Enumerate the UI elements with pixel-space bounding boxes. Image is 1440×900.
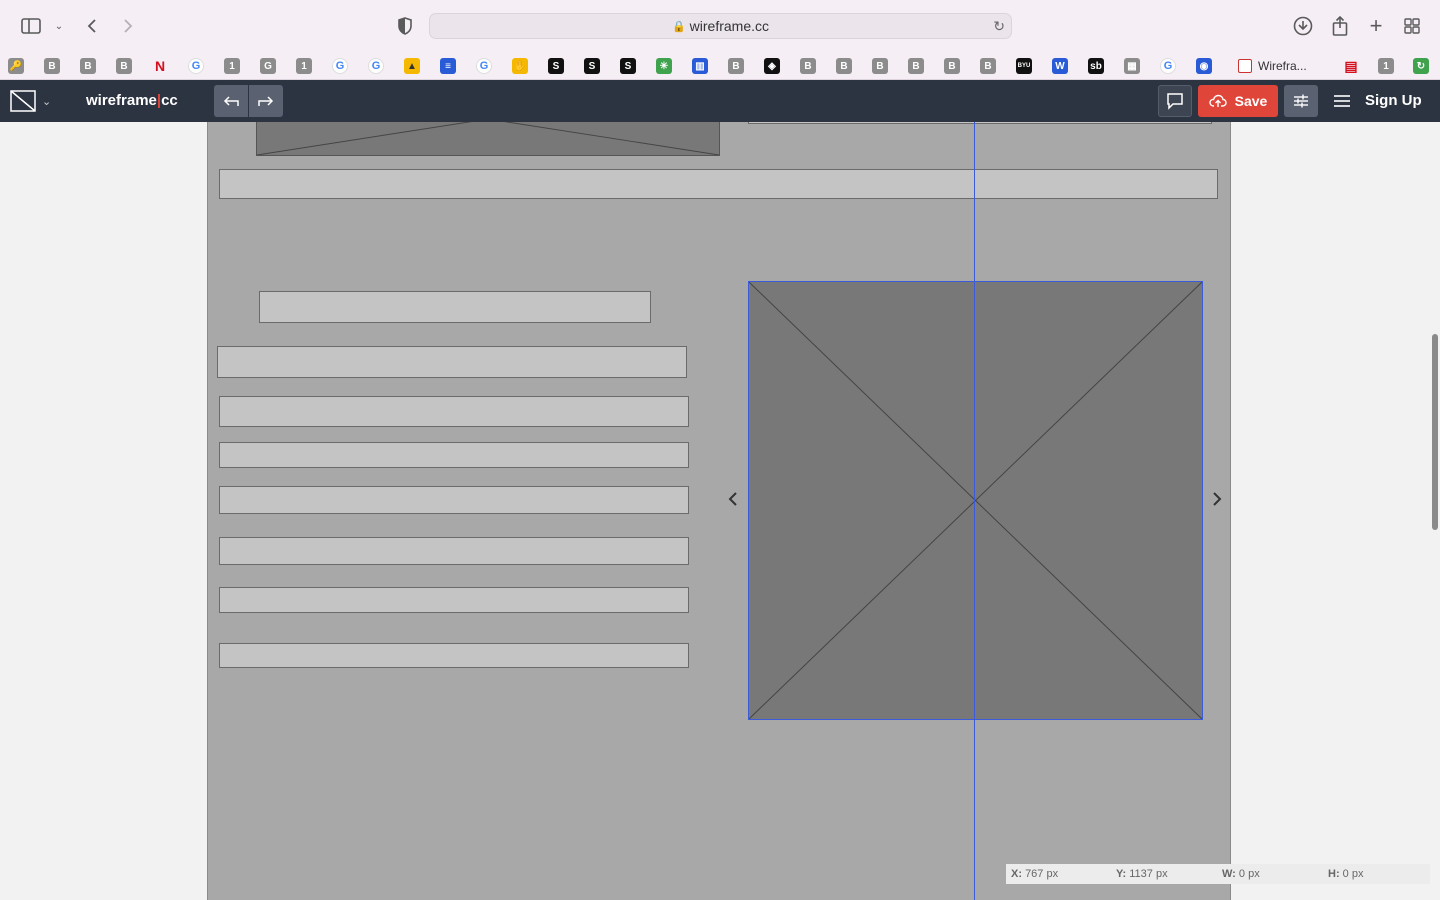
google-icon[interactable]: G <box>188 58 204 74</box>
text-line-placeholder[interactable] <box>219 643 689 668</box>
alignment-guide-line <box>974 122 975 900</box>
text-line-placeholder[interactable] <box>219 537 689 565</box>
bookmark-b-icon[interactable]: B <box>908 58 924 74</box>
bookmark-s-icon[interactable]: S <box>584 58 600 74</box>
workspace: X: 767 px Y: 1137 px W: 0 px H: 0 px <box>0 122 1440 900</box>
slider-image-placeholder[interactable] <box>748 281 1203 720</box>
settings-button[interactable] <box>1284 85 1318 117</box>
box-placeholder-top-right[interactable] <box>748 122 1212 124</box>
back-icon[interactable] <box>82 14 102 38</box>
downloads-icon[interactable] <box>1292 15 1314 37</box>
lock-icon: 🔒 <box>671 20 686 33</box>
save-label: Save <box>1234 93 1268 109</box>
share-icon[interactable] <box>1330 14 1350 38</box>
netflix-icon[interactable]: N <box>152 58 168 74</box>
chevron-down-icon: ⌄ <box>42 95 52 108</box>
bookmark-b-icon[interactable]: B <box>116 58 132 74</box>
vertical-scrollbar-thumb[interactable] <box>1432 334 1438 530</box>
new-tab-icon[interactable]: + <box>1366 13 1386 38</box>
chart-icon[interactable]: ▥ <box>692 58 708 74</box>
google-docs-icon[interactable]: ≡ <box>440 58 456 74</box>
bookmark-b-icon[interactable]: B <box>980 58 996 74</box>
bookmark-tab-label: Wirefra... <box>1258 59 1307 73</box>
text-line-placeholder[interactable] <box>219 396 689 427</box>
text-line-placeholder[interactable] <box>219 486 689 514</box>
sign-up-link[interactable]: Sign Up <box>1365 92 1422 109</box>
history-controls <box>214 85 283 117</box>
bookmark-b-icon[interactable]: B <box>944 58 960 74</box>
google-icon[interactable]: G <box>1160 58 1176 74</box>
save-button[interactable]: Save <box>1198 85 1278 117</box>
sb-icon[interactable]: sb <box>1088 58 1104 74</box>
hand-icon[interactable]: ✋ <box>512 58 528 74</box>
bookmark-tab-wireframe[interactable]: Wirefra... <box>1238 55 1307 77</box>
cloud-upload-icon <box>1208 94 1227 107</box>
bookmark-b-icon[interactable]: B <box>872 58 888 74</box>
slider-prev-icon[interactable] <box>726 489 740 509</box>
browser-toolbar: ⌄ 🔒 wireframe.cc ↻ + <box>0 0 1440 52</box>
hamburger-menu-button[interactable] <box>1330 91 1354 111</box>
bookmark-b-icon[interactable]: B <box>800 58 816 74</box>
wireframe-favicon-icon <box>1238 59 1252 73</box>
sidebar-toggle-icon[interactable] <box>20 16 42 36</box>
shape-tool-dropdown[interactable]: ⌄ <box>10 90 54 112</box>
wide-input-placeholder[interactable] <box>219 169 1218 199</box>
tab-overview-icon[interactable] <box>1402 16 1422 36</box>
bookmark-s-icon[interactable]: S <box>548 58 564 74</box>
text-line-placeholder[interactable] <box>219 442 689 468</box>
url-text: wireframe.cc <box>689 18 770 34</box>
bookmark-b-icon[interactable]: B <box>728 58 744 74</box>
bookmark-b-icon[interactable]: B <box>80 58 96 74</box>
position-readout: X: 767 px Y: 1137 px W: 0 px H: 0 px <box>1006 864 1430 884</box>
url-bar[interactable]: 🔒 wireframe.cc ↻ <box>429 13 1012 39</box>
height-readout: H: 0 px <box>1328 868 1364 880</box>
undo-icon <box>223 96 239 106</box>
word-icon[interactable]: W <box>1052 58 1068 74</box>
reload-icon[interactable]: ↻ <box>993 18 1005 35</box>
comment-icon <box>1167 93 1183 110</box>
text-line-placeholder[interactable] <box>219 587 689 613</box>
logo-suffix: cc <box>161 92 178 109</box>
refresh-green-icon[interactable]: ↻ <box>1413 58 1429 74</box>
app-header: ⌄ wireframe|cc Save Sign Up <box>0 80 1440 122</box>
app-logo[interactable]: wireframe|cc <box>86 92 178 109</box>
privacy-shield-icon[interactable] <box>396 16 414 36</box>
image-placeholder-top[interactable] <box>256 122 720 156</box>
bookmark-key-icon[interactable]: 🔑 <box>8 58 24 74</box>
hamburger-icon <box>1334 95 1350 107</box>
google-icon[interactable]: G <box>368 58 384 74</box>
byu-icon[interactable]: BYU <box>1016 58 1032 74</box>
google-drive-icon[interactable]: ▲ <box>404 58 420 74</box>
image-icon[interactable]: ▦ <box>1124 58 1140 74</box>
steam-icon[interactable]: ◉ <box>1196 58 1212 74</box>
rectangle-tool-icon <box>10 90 36 112</box>
bookmarks-bar: 🔑 B B B N G 1 G 1 G G ▲ ≡ G ✋ S S S ✳ ▥ B ◈ B B B B B B BYU Wsb ▦ G ◉ ▤ 1 ↻ <box>0 52 1440 80</box>
undo-button[interactable] <box>214 85 248 117</box>
bookmark-1-icon[interactable]: 1 <box>1378 58 1394 74</box>
bookmark-1-icon[interactable]: 1 <box>224 58 240 74</box>
y-readout: Y: 1137 px <box>1116 868 1168 880</box>
codepen-icon[interactable]: ◈ <box>764 58 780 74</box>
slider-next-icon[interactable] <box>1210 489 1224 509</box>
comments-button[interactable] <box>1158 85 1192 117</box>
x-readout: X: 767 px <box>1011 868 1059 880</box>
bookmark-1-icon[interactable]: 1 <box>296 58 312 74</box>
forward-icon[interactable] <box>118 14 138 38</box>
text-line-placeholder[interactable] <box>217 346 687 378</box>
sliders-icon <box>1294 94 1308 108</box>
bookmark-s-icon[interactable]: S <box>620 58 636 74</box>
bookmark-b-icon[interactable]: B <box>44 58 60 74</box>
width-readout: W: 0 px <box>1222 868 1260 880</box>
bookmark-b-icon[interactable]: B <box>836 58 852 74</box>
google-icon[interactable]: G <box>476 58 492 74</box>
sparkle-icon[interactable]: ✳ <box>656 58 672 74</box>
google-icon[interactable]: G <box>332 58 348 74</box>
chevron-down-icon[interactable]: ⌄ <box>52 18 66 34</box>
redo-icon <box>258 96 274 106</box>
logo-text: wireframe <box>86 92 157 109</box>
redo-button[interactable] <box>249 85 283 117</box>
heading-placeholder[interactable] <box>259 291 651 323</box>
bookmark-g-icon[interactable]: G <box>260 58 276 74</box>
reading-list-icon[interactable]: ▤ <box>1343 58 1359 74</box>
